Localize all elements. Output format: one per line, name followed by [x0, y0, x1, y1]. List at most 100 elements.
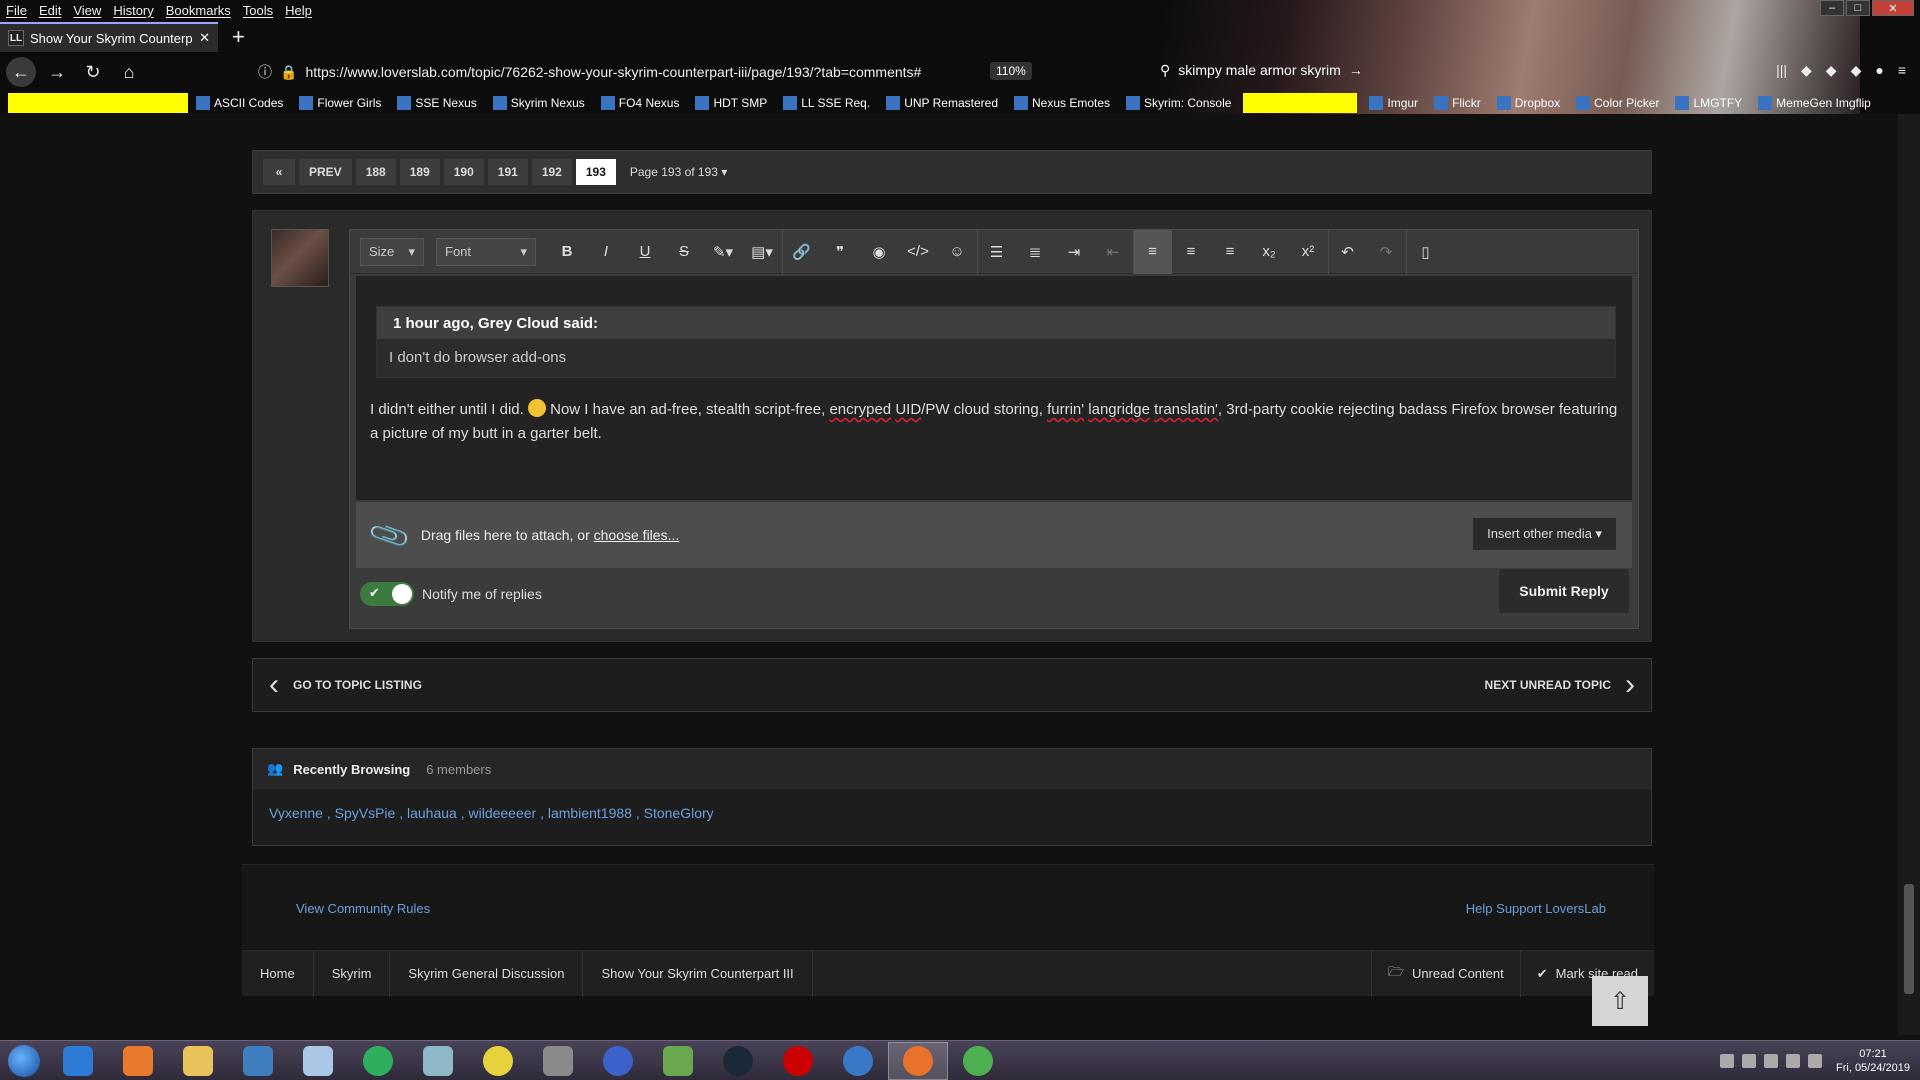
- bookmark-item[interactable]: MemeGen Imgflip: [1750, 96, 1879, 110]
- menu-bookmarks[interactable]: Bookmarks: [166, 3, 231, 18]
- back-button[interactable]: ←: [6, 57, 36, 87]
- page-link[interactable]: 190: [443, 159, 484, 185]
- bookmark-item[interactable]: Dropbox: [1489, 96, 1568, 110]
- menu-help[interactable]: Help: [285, 3, 312, 18]
- browser-tab[interactable]: LL Show Your Skyrim Counterpart ✕: [0, 22, 218, 52]
- community-rules-link[interactable]: View Community Rules: [296, 901, 430, 916]
- taskbar-app-record[interactable]: [768, 1042, 828, 1080]
- start-button[interactable]: [0, 1041, 48, 1080]
- hamburger-menu-icon[interactable]: ≡: [1898, 62, 1906, 79]
- text-color-icon[interactable]: ✎▾: [704, 230, 743, 274]
- undo-icon[interactable]: ↶: [1328, 229, 1367, 274]
- menu-file[interactable]: File: [6, 3, 27, 18]
- extension-icon[interactable]: ◆: [1826, 62, 1837, 79]
- new-tab-button[interactable]: +: [232, 24, 245, 50]
- bookmark-item[interactable]: Imgur: [1361, 96, 1426, 110]
- close-tab-icon[interactable]: ✕: [199, 30, 210, 46]
- taskbar-app-arrow[interactable]: [828, 1042, 888, 1080]
- flag-icon[interactable]: [1786, 1053, 1800, 1068]
- extension-icon[interactable]: ◆: [1801, 62, 1812, 79]
- taskbar-app-chrome[interactable]: [948, 1042, 1008, 1080]
- page-link[interactable]: 191: [487, 159, 528, 185]
- redacted-bookmark[interactable]: [8, 93, 188, 113]
- bookmark-item[interactable]: LMGTFY: [1667, 96, 1750, 110]
- bookmark-item[interactable]: LL SSE Req.: [775, 96, 878, 110]
- emoji-icon[interactable]: ☺: [938, 230, 977, 274]
- taskbar-app-info[interactable]: [468, 1042, 528, 1080]
- taskbar-app-media[interactable]: [108, 1042, 168, 1080]
- bookmark-item[interactable]: Color Picker: [1568, 96, 1667, 110]
- taskbar-app-ie[interactable]: [48, 1042, 108, 1080]
- breadcrumb-forum[interactable]: Skyrim General Discussion: [390, 950, 584, 997]
- taskbar-app-monitor[interactable]: [528, 1042, 588, 1080]
- library-icon[interactable]: |||: [1776, 62, 1787, 79]
- avatar[interactable]: [271, 229, 329, 287]
- unread-content-link[interactable]: 🗁 Unread Content: [1370, 950, 1520, 997]
- bold-icon[interactable]: B: [548, 230, 587, 274]
- scrollbar-thumb[interactable]: [1904, 884, 1914, 994]
- taskbar-app-mail[interactable]: [228, 1042, 288, 1080]
- home-button[interactable]: ⌂: [114, 57, 144, 87]
- page-link[interactable]: 189: [399, 159, 440, 185]
- first-page-button[interactable]: «: [263, 159, 295, 185]
- page-jump-dropdown[interactable]: Page 193 of 193 ▾: [630, 165, 727, 179]
- taskbar-app-chart[interactable]: [648, 1042, 708, 1080]
- bookmark-item[interactable]: Flower Girls: [291, 96, 389, 110]
- nvidia-icon[interactable]: [1742, 1053, 1756, 1068]
- taskbar-app-player[interactable]: [588, 1042, 648, 1080]
- breadcrumb-home[interactable]: Home: [242, 950, 314, 997]
- numbered-list-icon[interactable]: ≣: [1016, 230, 1055, 274]
- breadcrumb-topic[interactable]: Show Your Skyrim Counterpart III: [583, 950, 813, 997]
- subscript-icon[interactable]: x₂: [1250, 230, 1289, 274]
- go-to-topic-listing-link[interactable]: ‹ GO TO TOPIC LISTING: [269, 668, 422, 702]
- indent-icon[interactable]: ⇥: [1055, 230, 1094, 274]
- menu-history[interactable]: History: [113, 3, 153, 18]
- breadcrumb-skyrim[interactable]: Skyrim: [314, 950, 391, 997]
- bookmark-item[interactable]: ASCII Codes: [188, 96, 291, 110]
- shield-icon[interactable]: [1720, 1053, 1734, 1068]
- insert-media-button[interactable]: Insert other media ▾: [1473, 518, 1616, 550]
- page-link[interactable]: 188: [355, 159, 396, 185]
- reload-button[interactable]: ↻: [78, 57, 108, 87]
- menu-tools[interactable]: Tools: [243, 3, 273, 18]
- bookmark-item[interactable]: HDT SMP: [687, 96, 775, 110]
- help-support-link[interactable]: Help Support LoversLab: [1466, 901, 1606, 916]
- account-icon[interactable]: ●: [1875, 62, 1883, 79]
- next-unread-topic-link[interactable]: NEXT UNREAD TOPIC ›: [1485, 668, 1635, 702]
- align-center-icon[interactable]: ≡: [1172, 230, 1211, 274]
- menu-view[interactable]: View: [73, 3, 101, 18]
- align-left-icon[interactable]: ≡: [1133, 229, 1172, 274]
- current-page[interactable]: 193: [575, 159, 616, 185]
- page-link[interactable]: 192: [531, 159, 572, 185]
- taskbar-app-paint[interactable]: [288, 1042, 348, 1080]
- bookmark-item[interactable]: Skyrim Nexus: [485, 96, 593, 110]
- maximize-button[interactable]: □: [1846, 0, 1870, 16]
- redacted-bookmark[interactable]: [1243, 93, 1358, 113]
- info-icon[interactable]: ⓘ: [258, 62, 272, 82]
- taskbar-app-explorer[interactable]: [168, 1042, 228, 1080]
- redo-icon[interactable]: ↷: [1367, 230, 1406, 274]
- code-icon[interactable]: </>: [899, 230, 938, 274]
- minimize-button[interactable]: –: [1820, 0, 1844, 16]
- network-icon[interactable]: [1764, 1053, 1778, 1068]
- strikethrough-icon[interactable]: S: [665, 230, 704, 274]
- search-bar[interactable]: ⚲ skimpy male armor skyrim →: [1160, 62, 1400, 79]
- menu-edit[interactable]: Edit: [39, 3, 61, 18]
- font-family-select[interactable]: Font ▾: [436, 237, 536, 266]
- taskbar-clock[interactable]: 07:21 Fri, 05/24/2019: [1836, 1047, 1910, 1075]
- taskbar-app-steam[interactable]: [708, 1042, 768, 1080]
- spoiler-icon[interactable]: ◉: [860, 230, 899, 274]
- bookmark-item[interactable]: Skyrim: Console: [1118, 96, 1239, 110]
- forward-button[interactable]: →: [42, 57, 72, 87]
- superscript-icon[interactable]: x²: [1289, 230, 1328, 274]
- font-size-select[interactable]: Size ▾: [360, 237, 424, 266]
- search-go-icon[interactable]: →: [1349, 62, 1363, 79]
- submit-reply-button[interactable]: Submit Reply: [1498, 568, 1630, 614]
- editor-content[interactable]: 1 hour ago, Grey Cloud said: I don't do …: [356, 276, 1632, 500]
- align-right-icon[interactable]: ≡: [1211, 230, 1250, 274]
- outdent-icon[interactable]: ⇤: [1094, 230, 1133, 274]
- choose-files-link[interactable]: choose files...: [594, 527, 680, 543]
- close-window-button[interactable]: ✕: [1872, 0, 1914, 16]
- volume-icon[interactable]: [1808, 1053, 1822, 1068]
- taskbar-app-search[interactable]: [348, 1042, 408, 1080]
